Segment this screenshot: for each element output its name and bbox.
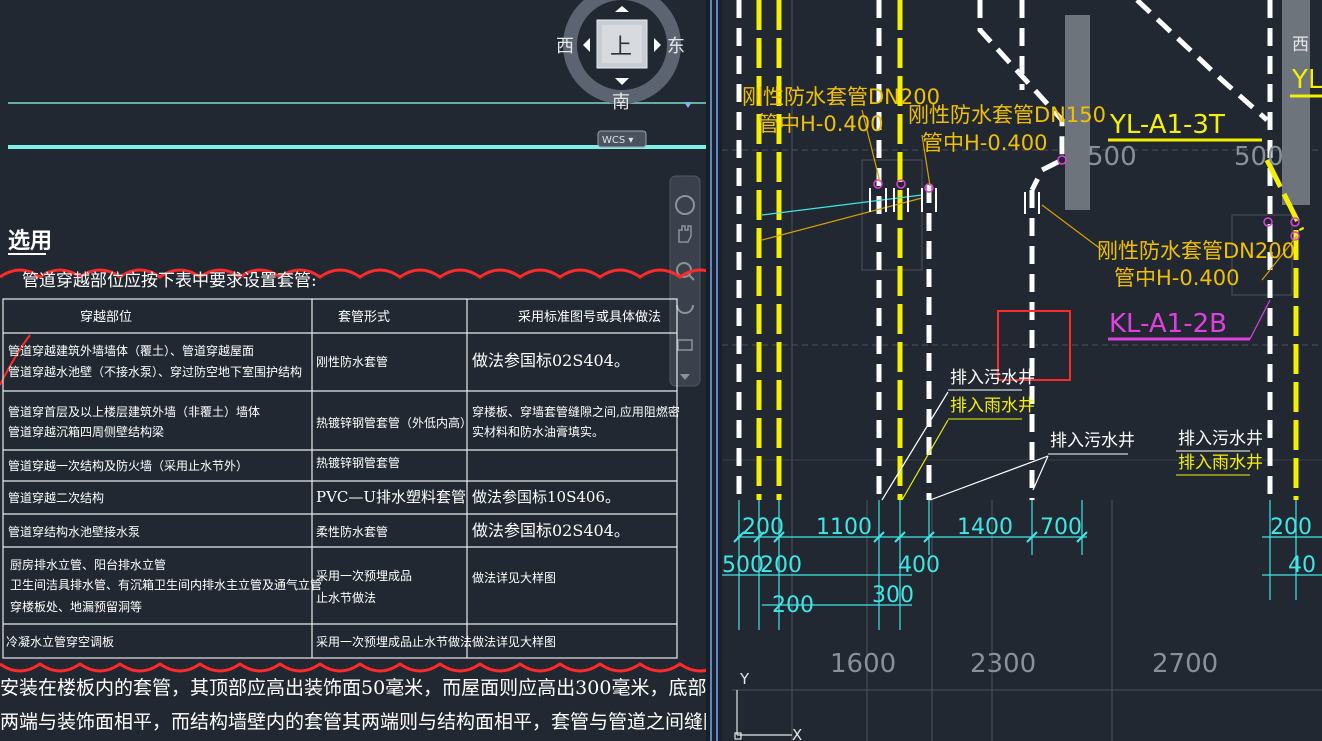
paragraph-line-1: 安装在楼板内的套管，其顶部应高出装饰面50毫米，而屋面则应高出300毫米，底部应… (0, 677, 706, 699)
left-drawing-canvas: 西 东 南 上 WCS ▾ 选用 管道穿越部位应按下表中要求设置套管: 穿越部位… (0, 0, 706, 673)
ucs-x-label: X (792, 726, 802, 741)
label-sleeve-dn200-a-h: 管中H-0.400 (758, 112, 884, 136)
ucs-y-label: Y (739, 670, 750, 688)
revision-cloud-bottom (0, 662, 706, 673)
table-cell: 做法详见大样图 (472, 634, 556, 649)
label-rain-1: 排入雨水井 (950, 396, 1035, 416)
dim-label: 500 (722, 553, 764, 578)
label-sewage-2: 排入污水井 (1050, 431, 1135, 451)
right-drawing-canvas: 刚性防水套管DN200 管中H-0.400 刚性防水套管DN150 管中H-0.… (722, 0, 1322, 741)
table-cell: 管道穿结构水池壁接水泵 (8, 524, 140, 539)
table-cell: 做法参国标02S404。 (472, 351, 630, 370)
dim-label: 200 (760, 553, 802, 578)
label-sleeve-dn150-h: 管中H-0.400 (922, 131, 1048, 155)
table-cell: 柔性防水套管 (316, 524, 388, 539)
table-cell: 热镀锌钢管套管 (316, 455, 400, 470)
dim-label: 700 (1040, 515, 1082, 540)
table-cell: 穿楼板、穿墙套管缝隙之间,应用阻燃密 (472, 404, 680, 419)
table-cell: 管道穿越建筑外墙墙体（覆土）、管道穿越屋面 (8, 343, 254, 358)
table-cell: 管道穿越水池壁（不接水泵）、穿过防空地下室围护结构 (8, 364, 302, 379)
dim-label: 2300 (970, 649, 1036, 679)
dim-label: 1400 (957, 515, 1013, 540)
dim-label: 200 (1270, 515, 1312, 540)
wcs-label: WCS ▾ (602, 135, 633, 146)
table-header-sleeve: 套管形式 (338, 309, 390, 325)
table-cell: 热镀锌钢管套管（外低内高） (316, 415, 472, 430)
viewcube-east[interactable]: 东 (667, 36, 685, 57)
label-west-partial: 西 (1292, 35, 1309, 55)
label-yl-partial: YL (1291, 65, 1322, 95)
label-sleeve-dn150: 刚性防水套管DN150 (908, 103, 1106, 127)
dim-label: 1600 (830, 649, 896, 679)
label-sleeve-dn200-b-h: 管中H-0.400 (1114, 266, 1240, 290)
table-cell: 采用一次预埋成品止水节做法 (316, 634, 472, 649)
viewcube-south[interactable]: 南 (612, 92, 630, 113)
navigation-bar[interactable] (669, 175, 701, 387)
label-yl: YL-A1-3T (1109, 110, 1225, 140)
table-cell: 做法参国标02S404。 (472, 521, 630, 540)
table-cell: 管道穿越沉箱四周侧壁结构梁 (8, 424, 164, 439)
table-cell: 管道穿越一次结构及防火墙（采用止水节外） (8, 458, 248, 473)
table-cell: 卫生间洁具排水管、有沉箱卫生间内排水主立管及通气立管 (10, 577, 322, 592)
table-cell: 冷凝水立管穿空调板 (6, 634, 114, 649)
label-sleeve-dn200-b: 刚性防水套管DN200 (1097, 239, 1295, 263)
dim-label: 400 (898, 553, 940, 578)
dim-label: 2700 (1152, 649, 1218, 679)
table-header-location: 穿越部位 (80, 309, 132, 325)
ucs-icon (734, 690, 792, 740)
paragraph-line-2: 两端与装饰面相平，而结构墙壁内的套管其两端则与结构面相平，套管与管道之间缝隙应采… (0, 711, 706, 733)
table-cell: 管道穿首层及以上楼层建筑外墙（非覆土）墙体 (8, 404, 260, 419)
label-sewage-1: 排入污水井 (950, 368, 1035, 388)
dim-label: 1100 (816, 515, 872, 540)
label-sewage-3: 排入污水井 (1178, 429, 1263, 449)
viewport-divider[interactable] (706, 0, 722, 741)
table-cell: 做法参国标10S406。 (472, 488, 620, 506)
label-dim500b: 500 (1234, 142, 1284, 172)
table-header-method: 采用标准图号或具体做法 (518, 310, 661, 325)
left-viewport[interactable]: 西 东 南 上 WCS ▾ 选用 管道穿越部位应按下表中要求设置套管: 穿越部位… (0, 0, 706, 741)
right-viewport[interactable]: 刚性防水套管DN200 管中H-0.400 刚性防水套管DN150 管中H-0.… (722, 0, 1322, 741)
table-cell: 厨房排水立管、阳台排水立管 (10, 557, 166, 572)
table-cell: 实材料和防水油膏填实。 (472, 424, 604, 439)
table-cell: 止水节做法 (316, 590, 376, 605)
viewcube-top[interactable]: 上 (610, 35, 632, 60)
dim-label: 40 (1288, 553, 1316, 578)
table-cell: 管道穿越二次结构 (8, 490, 104, 505)
table-cell: 做法详见大样图 (472, 570, 556, 585)
table-cell: PVC—U排水塑料套管 (316, 488, 466, 506)
label-kl: KL-A1-2B (1109, 309, 1227, 339)
wcs-button[interactable]: WCS ▾ (597, 130, 647, 148)
dim-label: 200 (772, 593, 814, 618)
label-dim500a: 500 (1087, 142, 1137, 172)
table-cell: 刚性防水套管 (316, 354, 388, 369)
viewcube-west[interactable]: 西 (556, 36, 574, 57)
dim-label: 200 (742, 515, 784, 540)
intro-line: 管道穿越部位应按下表中要求设置套管: (22, 271, 317, 291)
section-title: 选用 (8, 228, 52, 254)
label-rain-3: 排入雨水井 (1178, 453, 1263, 473)
dim-label: 300 (872, 583, 914, 608)
table-cell: 穿楼板处、地漏预留洞等 (10, 599, 142, 614)
table-cell: 采用一次预埋成品 (316, 569, 412, 583)
